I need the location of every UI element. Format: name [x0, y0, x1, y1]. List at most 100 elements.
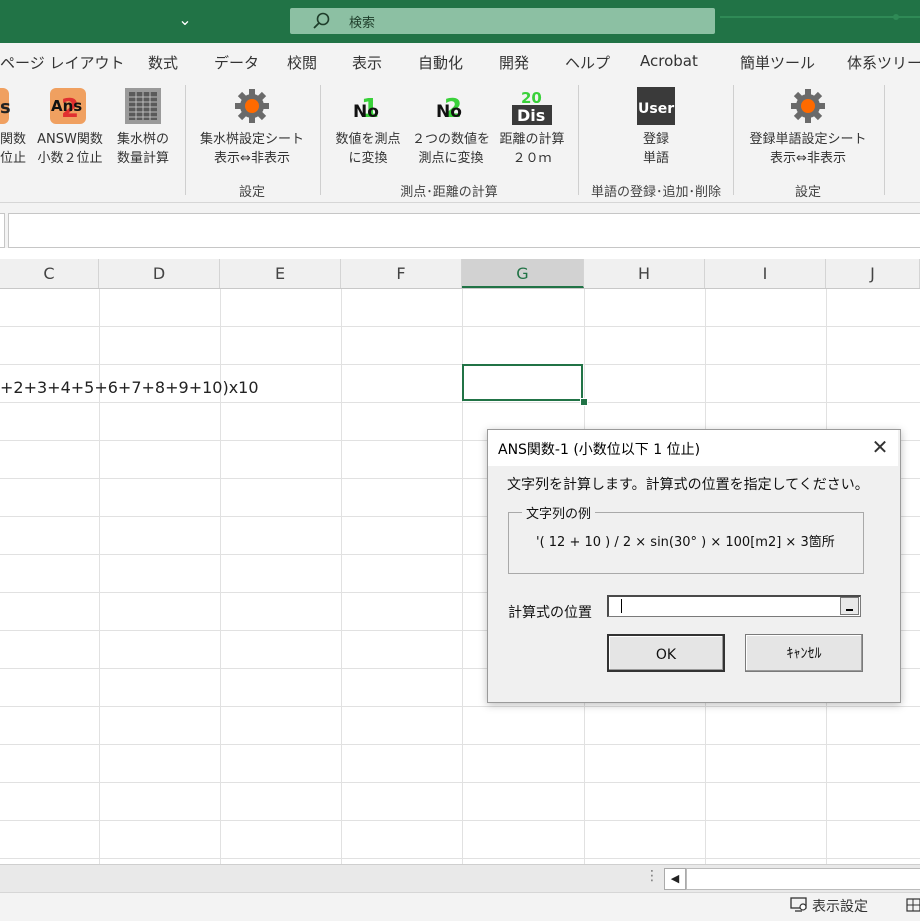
svg-text:Ans: Ans	[51, 97, 82, 115]
user-icon: User	[637, 87, 675, 125]
ribbon-separator	[320, 85, 321, 195]
cancel-button[interactable]: ｷｬﾝｾﾙ	[745, 634, 863, 672]
ribbon-label: 単語	[642, 151, 669, 166]
word-settings-button[interactable]	[789, 87, 827, 125]
row-line	[0, 326, 920, 327]
dialog-title: ANS関数-1 (小数位以下 1 位止)	[498, 442, 701, 458]
no2-icon: 2 No	[436, 94, 462, 124]
catch-basin-settings-button[interactable]	[233, 87, 271, 125]
gear-icon	[791, 89, 825, 123]
answ-icon: 2 Ans	[50, 88, 86, 124]
ribbon-label: ANSW関数	[37, 132, 103, 147]
ribbon-label: 数量計算	[116, 151, 169, 166]
status-bar	[0, 892, 920, 921]
name-box[interactable]	[0, 213, 5, 248]
ribbon-separator	[733, 85, 734, 195]
ribbon-label: 位止	[0, 151, 26, 166]
ribbon-label: 表示⇔非表示	[214, 151, 290, 166]
cell-formula-text[interactable]: +2+3+4+5+6+7+8+9+10)x10	[0, 378, 259, 397]
normal-view-icon[interactable]	[906, 897, 920, 913]
svg-text:User: User	[638, 101, 674, 117]
svg-text:No: No	[353, 102, 379, 122]
gear-icon	[235, 89, 269, 123]
column-header-e[interactable]: E	[220, 259, 341, 288]
column-header-g[interactable]: G	[462, 259, 584, 288]
display-settings-icon	[790, 897, 807, 912]
register-word-button[interactable]: User	[636, 86, 676, 126]
formula-position-input[interactable]	[607, 595, 861, 617]
row-line	[0, 364, 920, 365]
search-icon	[313, 12, 330, 29]
row-line	[0, 402, 920, 403]
tab-easy-tools[interactable]: 簡単ツール	[740, 52, 815, 73]
horizontal-scrollbar[interactable]	[686, 868, 920, 890]
row-line	[0, 858, 920, 859]
group-label-station-distance: 測点･距離の計算	[400, 185, 498, 200]
dis-icon: 20 Dis	[512, 89, 552, 125]
tab-automate[interactable]: 自動化	[418, 52, 463, 73]
ribbon-label: に変換	[348, 151, 388, 166]
ribbon-label: 登録	[642, 132, 669, 147]
tab-help[interactable]: ヘルプ	[565, 52, 610, 73]
ribbon-label: 集水桝の	[116, 132, 169, 147]
example-legend: 文字列の例	[522, 503, 596, 522]
svg-text:Dis: Dis	[517, 106, 545, 125]
tab-view[interactable]: 表示	[352, 52, 382, 73]
column-line	[99, 289, 100, 864]
column-header-d[interactable]: D	[99, 259, 220, 288]
ribbon-separator	[884, 85, 885, 195]
search-placeholder: 検索	[349, 16, 376, 31]
group-label-settings-2: 設定	[794, 185, 821, 200]
fill-handle[interactable]	[580, 398, 588, 406]
column-header-i[interactable]: I	[705, 259, 826, 288]
tab-review[interactable]: 校閲	[287, 52, 317, 73]
dialog-message: 文字列を計算します。計算式の位置を指定してください。	[507, 477, 869, 493]
tab-splitter[interactable]: ⋮	[645, 868, 659, 884]
ok-button[interactable]: OK	[607, 634, 725, 672]
column-line	[220, 289, 221, 864]
ribbon-separator	[578, 85, 579, 195]
catch-basin-quantity-button[interactable]	[124, 87, 162, 125]
distance-calc-button[interactable]: 20 Dis	[511, 87, 553, 127]
column-header-j[interactable]: J	[826, 259, 920, 288]
column-header-h[interactable]: H	[584, 259, 705, 288]
scroll-left-button[interactable]: ◀	[664, 868, 686, 890]
example-text: '( 12 + 10 ) / 2 × sin(30° ) × 100[m2] ×…	[536, 535, 835, 550]
two-numbers-to-station-button[interactable]: 2 No	[432, 87, 470, 125]
ribbon-label: ２つの数値を	[411, 132, 490, 147]
ans-function-button[interactable]: s	[0, 87, 10, 125]
quick-access-dropdown[interactable]: ⌄	[176, 10, 194, 30]
svg-text:20: 20	[521, 89, 542, 107]
formula-position-label: 計算式の位置	[508, 605, 592, 621]
tab-formulas[interactable]: 数式	[148, 52, 178, 73]
active-cell[interactable]	[462, 364, 583, 401]
tab-developer[interactable]: 開発	[499, 52, 529, 73]
close-icon[interactable]: ✕	[866, 433, 894, 461]
text-caret	[621, 599, 622, 613]
title-decoration	[720, 16, 920, 18]
ans-s-icon: s	[0, 88, 10, 124]
display-settings-button[interactable]: 表示設定	[812, 896, 868, 916]
group-label-word-registration: 単語の登録･追加･削除	[590, 185, 721, 200]
answ-function-button[interactable]: 2 Ans	[49, 87, 89, 127]
no1-icon: 1 No	[353, 94, 379, 124]
svg-text:No: No	[436, 102, 462, 122]
tab-page-layout[interactable]: ページ レイアウト	[0, 52, 124, 73]
ribbon-label: ２０ｍ	[512, 151, 552, 166]
row-line	[0, 820, 920, 821]
ribbon-label: 測点に変換	[418, 151, 484, 166]
tab-data[interactable]: データ	[214, 52, 259, 73]
column-header-c[interactable]: C	[0, 259, 99, 288]
group-label-settings: 設定	[238, 185, 265, 200]
ribbon-label: 距離の計算	[499, 132, 565, 147]
column-header-f[interactable]: F	[341, 259, 462, 288]
tab-acrobat[interactable]: Acrobat	[640, 52, 698, 70]
catch-basin-icon	[125, 88, 161, 124]
row-line	[0, 706, 920, 707]
formula-input[interactable]	[8, 213, 920, 248]
row-line	[0, 744, 920, 745]
number-to-station-button[interactable]: 1 No	[349, 87, 387, 125]
ribbon-label: 関数	[0, 132, 26, 147]
range-select-button[interactable]	[840, 597, 859, 615]
tab-system-tree[interactable]: 体系ツリー	[847, 52, 920, 73]
